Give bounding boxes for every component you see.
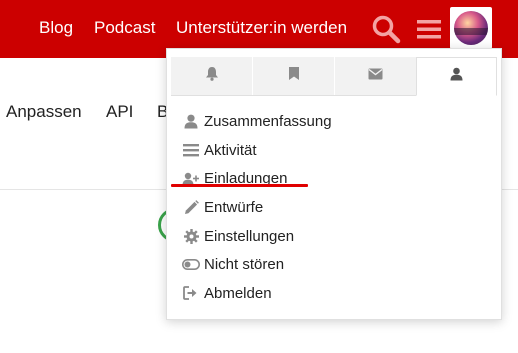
user-avatar-button[interactable] bbox=[450, 7, 492, 49]
bell-icon bbox=[205, 66, 219, 86]
menu-item-activity[interactable]: Aktivität bbox=[167, 136, 503, 165]
avatar bbox=[454, 11, 488, 45]
stream-icon bbox=[182, 141, 200, 159]
tab-profile[interactable] bbox=[416, 57, 497, 96]
menu-item-label: Entwürfe bbox=[204, 198, 264, 216]
menu-item-do-not-disturb[interactable]: Nicht stören bbox=[167, 250, 503, 279]
page-link-anpassen[interactable]: Anpassen bbox=[6, 102, 82, 122]
nav-link-podcast[interactable]: Podcast bbox=[94, 17, 155, 39]
nav-link-blog[interactable]: Blog bbox=[39, 17, 73, 39]
user-icon bbox=[182, 112, 200, 130]
tab-notifications[interactable] bbox=[171, 57, 252, 95]
menu-item-logout[interactable]: Abmelden bbox=[167, 279, 503, 308]
user-icon bbox=[450, 67, 463, 86]
hamburger-menu-icon[interactable] bbox=[415, 14, 443, 44]
user-menu-tabs bbox=[171, 57, 497, 96]
bookmark-icon bbox=[288, 66, 300, 86]
menu-item-label: Zusammenfassung bbox=[204, 112, 332, 130]
page-link-api[interactable]: API bbox=[106, 102, 133, 122]
menu-item-invites[interactable]: Einladungen bbox=[167, 164, 503, 193]
envelope-icon bbox=[368, 67, 383, 85]
tab-bookmarks[interactable] bbox=[253, 57, 334, 95]
tab-messages[interactable] bbox=[335, 57, 416, 95]
gear-icon bbox=[182, 227, 200, 245]
menu-item-summary[interactable]: Zusammenfassung bbox=[167, 107, 503, 136]
nav-link-supporter[interactable]: Unterstützer:in werden bbox=[176, 17, 347, 39]
menu-item-settings[interactable]: Einstellungen bbox=[167, 222, 503, 251]
menu-item-label: Aktivität bbox=[204, 141, 257, 159]
menu-item-drafts[interactable]: Entwürfe bbox=[167, 193, 503, 222]
user-menu-list: Zusammenfassung Aktivität Einladungen En… bbox=[167, 107, 503, 308]
toggle-icon bbox=[182, 256, 200, 274]
pencil-icon bbox=[182, 198, 200, 216]
sign-out-icon bbox=[182, 284, 200, 302]
search-icon[interactable] bbox=[371, 14, 401, 44]
highlight-underline bbox=[171, 184, 308, 187]
menu-item-label: Einstellungen bbox=[204, 227, 295, 245]
menu-item-label: Nicht stören bbox=[204, 256, 285, 274]
menu-item-label: Abmelden bbox=[204, 284, 272, 302]
